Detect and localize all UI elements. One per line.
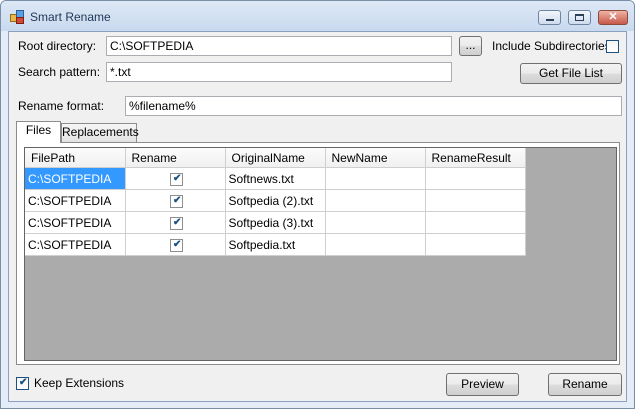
- checkmark-icon: ✔: [173, 194, 182, 206]
- original-name-cell[interactable]: Softnews.txt: [225, 167, 326, 190]
- preview-button[interactable]: Preview: [446, 373, 519, 396]
- close-icon: ✕: [608, 11, 618, 23]
- rename-result-cell[interactable]: [425, 233, 526, 256]
- grid-header-row: FilePath Rename OriginalName NewName Ren…: [25, 148, 526, 168]
- new-name-cell[interactable]: [325, 233, 426, 256]
- tab-files[interactable]: Files: [16, 121, 61, 143]
- browse-button[interactable]: ...: [459, 36, 482, 56]
- keep-extensions-label: Keep Extensions: [34, 376, 125, 390]
- close-button[interactable]: ✕: [598, 10, 628, 25]
- rename-result-cell[interactable]: [425, 211, 526, 234]
- new-name-cell[interactable]: [325, 189, 426, 212]
- app-icon: [10, 10, 24, 24]
- window-title: Smart Rename: [30, 10, 111, 24]
- rename-cell[interactable]: ✔: [125, 189, 226, 212]
- filepath-cell[interactable]: C:\SOFTPEDIA: [25, 167, 126, 190]
- new-name-cell[interactable]: [325, 211, 426, 234]
- search-pattern-label: Search pattern:: [18, 65, 101, 79]
- checkmark-icon: ✔: [173, 172, 182, 184]
- original-name-cell[interactable]: Softpedia (2).txt: [225, 189, 326, 212]
- table-row[interactable]: C:\SOFTPEDIA ✔ Softpedia.txt: [25, 233, 526, 256]
- client-area: Root directory: C:\SOFTPEDIA ... Include…: [8, 31, 627, 402]
- table-row[interactable]: C:\SOFTPEDIA ✔ Softnews.txt: [25, 167, 526, 190]
- rename-cell[interactable]: ✔: [125, 167, 226, 190]
- rename-cell[interactable]: ✔: [125, 211, 226, 234]
- rename-format-label: Rename format:: [18, 99, 105, 113]
- rename-checkbox[interactable]: ✔: [170, 216, 183, 230]
- rename-cell[interactable]: ✔: [125, 233, 226, 256]
- files-tab-page: FilePath Rename OriginalName NewName Ren…: [16, 142, 620, 365]
- app-window: Smart Rename ✕ Root directory: C:\SOFTPE…: [0, 0, 635, 409]
- table-row[interactable]: C:\SOFTPEDIA ✔ Softpedia (3).txt: [25, 211, 526, 234]
- rename-checkbox[interactable]: ✔: [170, 238, 183, 252]
- checkmark-icon: ✔: [173, 238, 182, 250]
- new-name-cell[interactable]: [325, 167, 426, 190]
- rename-checkbox[interactable]: ✔: [170, 194, 183, 208]
- checkmark-icon: ✔: [19, 377, 28, 388]
- original-name-cell[interactable]: Softpedia.txt: [225, 233, 326, 256]
- include-subdirectories-checkbox[interactable]: [606, 40, 619, 53]
- original-name-cell[interactable]: Softpedia (3).txt: [225, 211, 326, 234]
- maximize-button[interactable]: [568, 10, 591, 25]
- table-row[interactable]: C:\SOFTPEDIA ✔ Softpedia (2).txt: [25, 189, 526, 212]
- checkmark-icon: ✔: [173, 216, 182, 228]
- column-header-originalname[interactable]: OriginalName: [225, 148, 326, 168]
- file-grid[interactable]: FilePath Rename OriginalName NewName Ren…: [24, 147, 617, 361]
- rename-format-input[interactable]: %filename%: [125, 96, 622, 116]
- rename-result-cell[interactable]: [425, 167, 526, 190]
- filepath-cell[interactable]: C:\SOFTPEDIA: [25, 211, 126, 234]
- column-header-renameresult[interactable]: RenameResult: [425, 148, 526, 168]
- title-bar[interactable]: Smart Rename ✕: [1, 1, 634, 31]
- search-pattern-input[interactable]: *.txt: [106, 62, 452, 82]
- rename-checkbox[interactable]: ✔: [170, 172, 183, 186]
- include-subdirectories-label: Include Subdirectories: [492, 39, 611, 53]
- filepath-cell[interactable]: C:\SOFTPEDIA: [25, 189, 126, 212]
- get-file-list-button[interactable]: Get File List: [520, 63, 622, 84]
- minimize-icon: [546, 19, 554, 21]
- tab-replacements[interactable]: Replacements: [61, 123, 139, 142]
- root-directory-input[interactable]: C:\SOFTPEDIA: [106, 36, 452, 56]
- minimize-button[interactable]: [538, 10, 561, 25]
- rename-result-cell[interactable]: [425, 189, 526, 212]
- column-header-newname[interactable]: NewName: [325, 148, 426, 168]
- keep-extensions-checkbox[interactable]: ✔: [16, 377, 29, 390]
- rename-button[interactable]: Rename: [548, 373, 622, 396]
- column-header-filepath[interactable]: FilePath: [25, 148, 126, 168]
- root-directory-label: Root directory:: [18, 39, 97, 53]
- filepath-cell[interactable]: C:\SOFTPEDIA: [25, 233, 126, 256]
- column-header-rename[interactable]: Rename: [125, 148, 226, 168]
- maximize-icon: [575, 14, 584, 21]
